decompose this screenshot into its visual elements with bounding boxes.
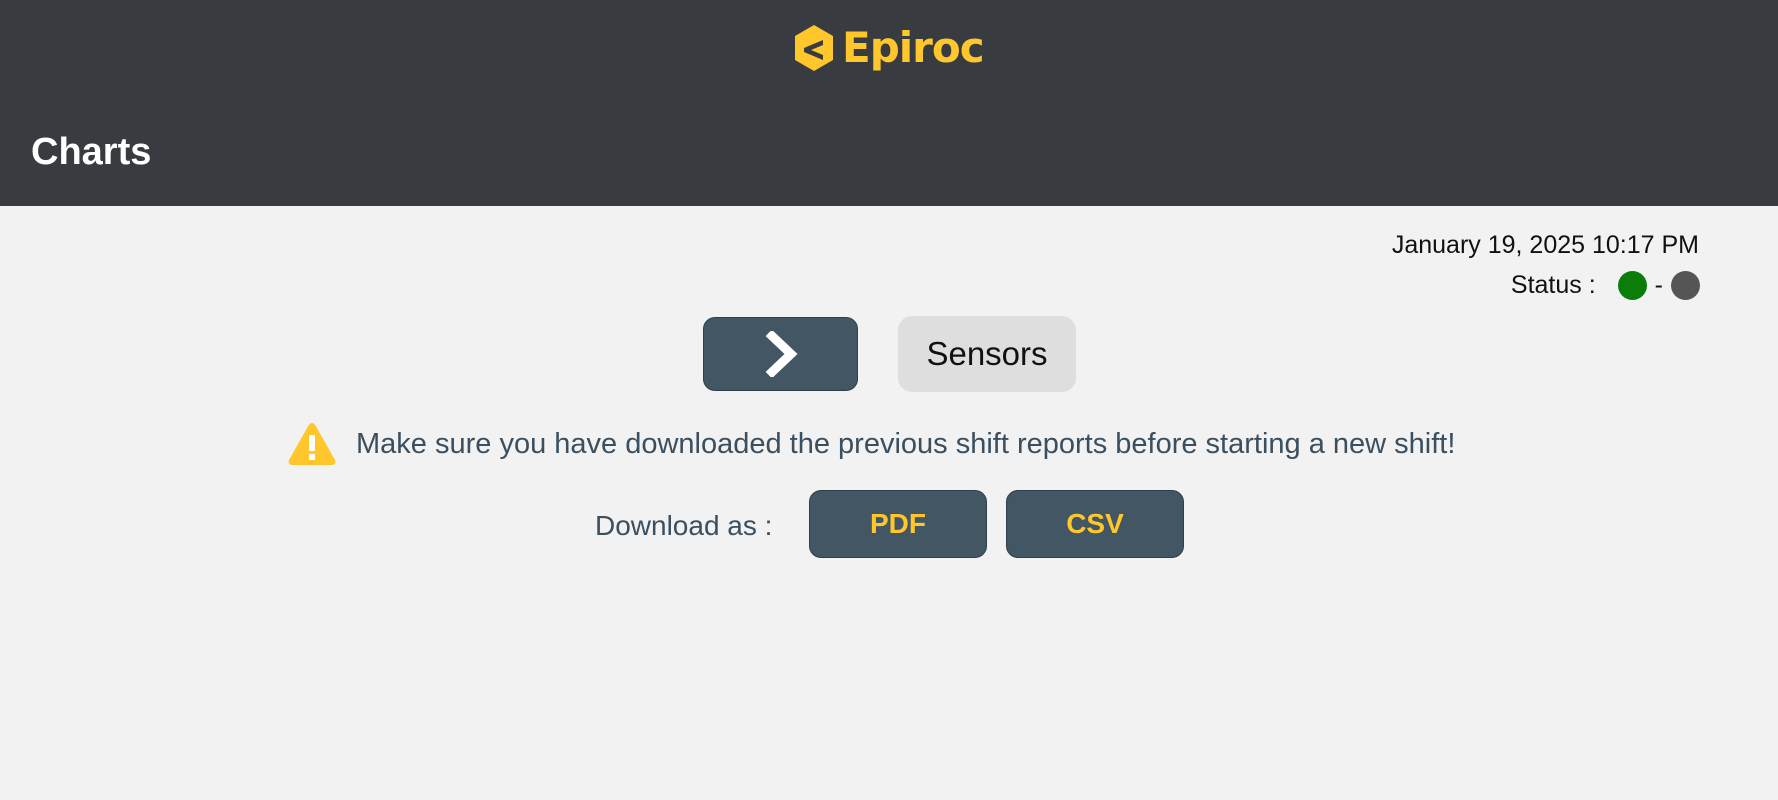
status-indicator-online [1617, 270, 1647, 300]
warning-icon [288, 423, 336, 465]
status-indicator-offline [1671, 270, 1700, 300]
warning-banner: Make sure you have downloaded the previo… [286, 420, 1455, 468]
status-label: Status : [1510, 270, 1596, 299]
current-datetime: January 19, 2025 10:17 PM [1391, 231, 1699, 259]
app-header: Epiroc Charts [0, 0, 1778, 206]
page-title: Charts [31, 131, 152, 173]
download-label: Download as : [595, 510, 773, 541]
download-pdf-button[interactable]: PDF [809, 490, 987, 558]
warning-message: Make sure you have downloaded the previo… [356, 427, 1456, 460]
epiroc-hexagon-icon [795, 25, 833, 71]
download-csv-button[interactable]: CSV [1006, 490, 1184, 558]
logo-text: Epiroc [842, 23, 985, 72]
chevron-right-icon [765, 331, 798, 377]
sensors-button[interactable]: Sensors [898, 316, 1076, 392]
status-separator: - [1654, 270, 1663, 299]
next-chart-button[interactable] [703, 317, 858, 391]
epiroc-logo: Epiroc [792, 20, 985, 76]
connection-status: Status : - [1511, 268, 1700, 302]
